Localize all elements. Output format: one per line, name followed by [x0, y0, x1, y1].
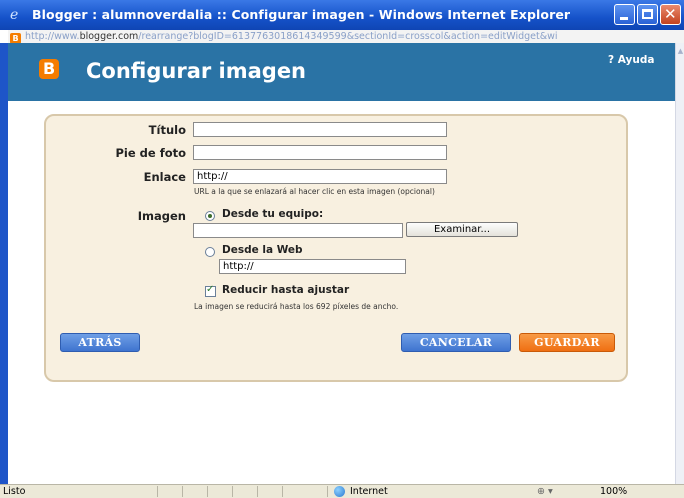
- back-button[interactable]: ATRÁS: [60, 333, 140, 352]
- caption-input[interactable]: [193, 145, 447, 160]
- resize-label: Reducir hasta ajustar: [222, 284, 350, 296]
- minimize-icon: [620, 17, 628, 20]
- close-window-button[interactable]: ✕: [660, 4, 681, 25]
- from-web-label: Desde la Web: [222, 244, 303, 256]
- internet-explorer-icon: e: [10, 7, 19, 23]
- status-divider: [182, 486, 183, 497]
- dialog-title: Configurar imagen: [86, 59, 307, 83]
- help-link[interactable]: ? Ayuda: [608, 54, 654, 66]
- close-icon: ✕: [664, 5, 677, 23]
- protected-mode-icon[interactable]: ⊕ ▾: [537, 485, 553, 498]
- browse-button[interactable]: Examinar...: [406, 222, 518, 237]
- address-bar[interactable]: Bhttp://www.blogger.com/rearrange?blogID…: [8, 30, 684, 44]
- maximize-button[interactable]: [637, 4, 658, 25]
- resize-hint: La imagen se reducirá hasta los 692 píxe…: [194, 302, 399, 311]
- image-label: Imagen: [137, 209, 186, 223]
- title-label: Título: [148, 123, 186, 137]
- from-computer-radio[interactable]: [205, 211, 215, 221]
- url-path: /rearrange?blogID=6137763018614349599&se…: [138, 31, 558, 42]
- window-left-frame: [0, 43, 8, 484]
- window-title-bar[interactable]: e Blogger : alumnoverdalia :: Configurar…: [0, 0, 684, 30]
- image-settings-panel: Título Pie de foto Enlace http:// URL a …: [44, 114, 628, 382]
- status-bar: Listo Internet ⊕ ▾ 100%: [0, 484, 684, 498]
- url-domain: blogger.com: [79, 31, 139, 42]
- dialog-header: B Configurar imagen ? Ayuda: [8, 43, 675, 101]
- status-divider: [157, 486, 158, 497]
- internet-zone-icon: [334, 486, 345, 497]
- from-web-radio[interactable]: [205, 247, 215, 257]
- dialog-content: Título Pie de foto Enlace http:// URL a …: [8, 101, 675, 484]
- status-divider: [207, 486, 208, 497]
- status-divider: [327, 486, 328, 497]
- status-divider: [232, 486, 233, 497]
- title-input[interactable]: [193, 122, 447, 137]
- window-title: Blogger : alumnoverdalia :: Configurar i…: [32, 7, 571, 22]
- checkmark-icon: ✓: [206, 284, 215, 295]
- web-url-input[interactable]: http://: [219, 259, 406, 274]
- resize-checkbox[interactable]: ✓: [205, 284, 216, 297]
- blogger-logo-icon: B: [39, 59, 59, 79]
- scroll-up-icon[interactable]: ▲: [676, 47, 684, 55]
- status-divider: [257, 486, 258, 497]
- from-computer-label: Desde tu equipo:: [222, 208, 324, 220]
- link-hint: URL a la que se enlazará al hacer clic e…: [194, 187, 435, 196]
- cancel-button[interactable]: CANCELAR: [401, 333, 511, 352]
- save-button[interactable]: GUARDAR: [519, 333, 615, 352]
- url-prefix: http://www.: [25, 31, 80, 42]
- status-divider: [282, 486, 283, 497]
- link-input[interactable]: http://: [193, 169, 447, 184]
- security-zone-label: Internet: [350, 486, 388, 497]
- status-text: Listo: [3, 486, 26, 497]
- vertical-scrollbar[interactable]: ▲: [675, 43, 684, 484]
- file-path-input[interactable]: [193, 223, 403, 238]
- minimize-button[interactable]: [614, 4, 635, 25]
- link-label: Enlace: [143, 170, 186, 184]
- caption-label: Pie de foto: [115, 146, 186, 160]
- zoom-level[interactable]: 100%: [600, 485, 627, 498]
- maximize-icon: [642, 9, 653, 19]
- logo-letter: B: [43, 59, 56, 78]
